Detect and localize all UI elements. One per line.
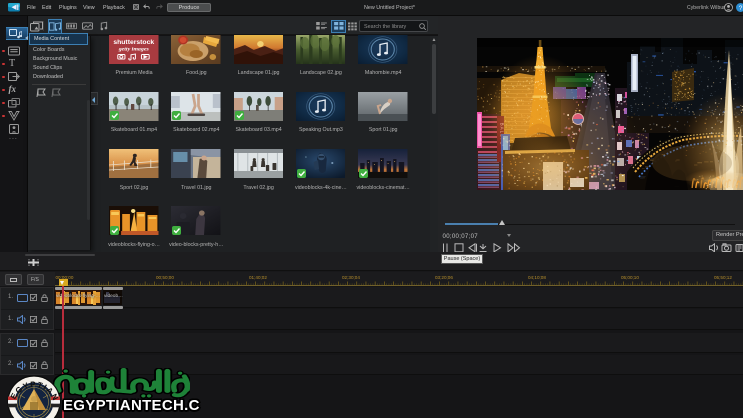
svg-text:getty images: getty images bbox=[118, 46, 150, 52]
svg-text:?: ? bbox=[739, 5, 743, 12]
svg-text:shutterstock: shutterstock bbox=[113, 39, 154, 46]
